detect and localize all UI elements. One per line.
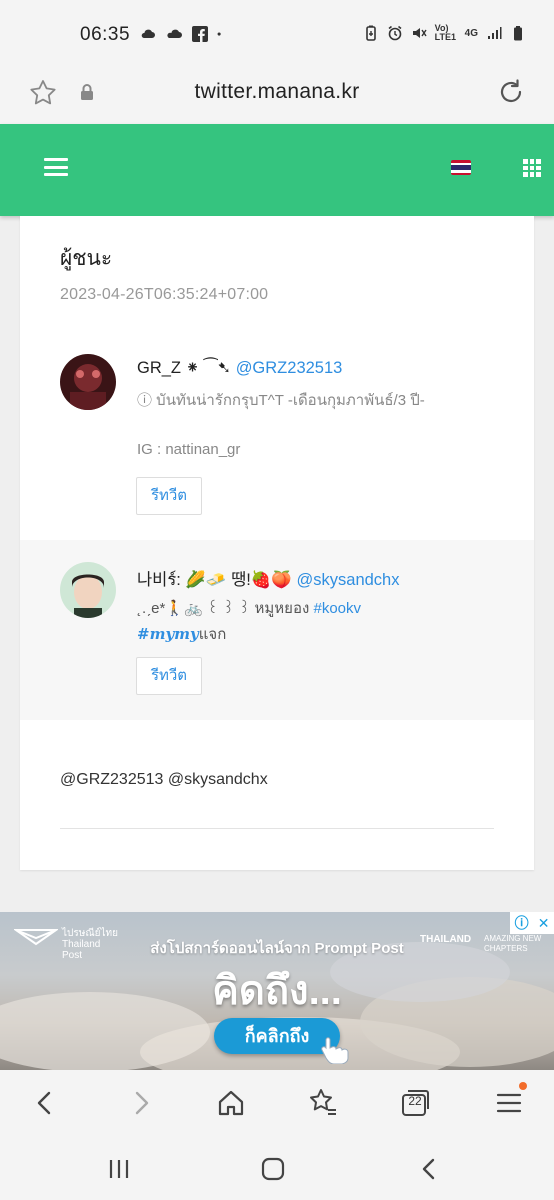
retweet-button[interactable]: รีทวีต	[136, 477, 202, 515]
battery-saver-icon	[365, 25, 376, 41]
network-type: 4G	[464, 27, 478, 39]
recent-apps-icon[interactable]	[106, 1156, 132, 1182]
status-right-icons: Vo) LTE1 4G	[363, 24, 526, 42]
hashtag-link[interactable]: #kookv	[313, 600, 361, 617]
ad-info-icon[interactable]: ⓘ	[515, 913, 529, 933]
author-name: 나비ร์: 🌽🧈 땡!🍓🍑	[137, 571, 292, 589]
cloud-icon	[167, 29, 182, 38]
back-icon[interactable]	[28, 1086, 62, 1120]
browser-bottom-toolbar: 22	[0, 1070, 554, 1136]
tweet-author-line: 나비ร์: 🌽🧈 땡!🍓🍑 @skysandchx	[137, 566, 399, 593]
author-bio: ˛.ˏe*🚶🚲 ꒰ ꒱ ꒱ หมูหยอง #kookv	[137, 596, 361, 620]
home-icon[interactable]	[214, 1086, 248, 1120]
tab-count: 22	[408, 1094, 422, 1108]
post-date: 2023-04-26T06:35:24+07:00	[60, 286, 269, 303]
hand-pointer-icon	[321, 1037, 349, 1064]
post-card: ผู้ชนะ 2023-04-26T06:35:24+07:00 GR_Z ⁕ …	[20, 216, 534, 870]
notification-badge	[519, 1082, 527, 1090]
browser-url-bar: twitter.manana.kr	[0, 68, 554, 124]
forward-icon[interactable]	[124, 1086, 158, 1120]
status-time: 06:35	[80, 24, 131, 45]
ad-big-text: คิดถึง...	[212, 969, 342, 1013]
facebook-icon	[192, 26, 208, 42]
retweet-button[interactable]: รีทวีต	[136, 657, 202, 695]
tweet-author-line: GR_Z ⁕ ⁀➷ @GRZ232513	[137, 358, 342, 378]
bookmarks-icon[interactable]	[306, 1086, 340, 1120]
avatar[interactable]	[60, 354, 116, 410]
author-bio-ig: IG : nattinan_gr	[137, 441, 241, 458]
author-handle[interactable]: @skysandchx	[297, 571, 400, 589]
bio-text: ˛.ˏe*🚶🚲 ꒰ ꒱ ꒱ หมูหยอง	[137, 600, 314, 617]
thailand-flag-icon[interactable]	[451, 160, 471, 175]
author-bio: ⓘ บันทันน่ารักกรุบT^T -เดือนกุมภาพันธ์/3…	[137, 392, 425, 409]
network-label: Vo) LTE1	[434, 23, 456, 42]
menu-icon[interactable]	[492, 1086, 526, 1120]
alarm-icon	[388, 25, 402, 41]
reload-icon[interactable]	[496, 77, 526, 107]
status-bar: 06:35 Vo) LTE1 4G	[0, 0, 554, 68]
ad-banner[interactable]: ไปรษณีย์ไทย Thailand Post ส่งโปสการ์ดออน…	[0, 912, 554, 1070]
battery-icon	[514, 26, 522, 41]
url-text[interactable]: twitter.manana.kr	[0, 80, 554, 104]
cloud-icon	[141, 29, 155, 38]
avatar[interactable]	[60, 562, 116, 618]
tweet-item: 나비ร์: 🌽🧈 땡!🍓🍑 @skysandchx ˛.ˏe*🚶🚲 ꒰ ꒱ ꒱ …	[20, 540, 534, 720]
tweet-item: GR_Z ⁕ ⁀➷ @GRZ232513 ⓘ บันทันน่ารักกรุบT…	[20, 336, 534, 540]
author-name: GR_Z ⁕ ⁀➷	[137, 359, 232, 377]
ad-close-icon[interactable]: ✕	[538, 915, 550, 932]
author-handle[interactable]: @GRZ232513	[236, 359, 343, 377]
signal-icon	[488, 27, 502, 39]
status-left-icons	[140, 26, 226, 42]
mute-icon	[412, 28, 427, 38]
notification-dot-icon	[217, 32, 221, 36]
post-title: ผู้ชนะ	[60, 247, 113, 270]
ad-partner: THAILAND	[420, 934, 472, 945]
hashtag-link[interactable]: #𝒎𝒚𝒎𝒚	[137, 625, 199, 643]
divider	[60, 828, 494, 829]
hamburger-menu-icon[interactable]	[44, 158, 68, 176]
bio-text: แจก	[198, 626, 227, 643]
ad-partner-tagline: AMAZING NEW CHAPTERS	[484, 934, 542, 953]
mentions-text: @GRZ232513 @skysandchx	[60, 771, 268, 788]
author-bio-line2: #𝒎𝒚𝒎𝒚แจก	[137, 622, 226, 646]
ad-info-controls[interactable]: ⓘ ✕	[510, 912, 554, 934]
system-back-icon[interactable]	[416, 1156, 442, 1182]
system-navigation-bar	[0, 1136, 554, 1200]
app-header-bar	[0, 124, 554, 216]
system-home-icon[interactable]	[260, 1156, 286, 1182]
apps-grid-icon[interactable]	[523, 159, 541, 177]
